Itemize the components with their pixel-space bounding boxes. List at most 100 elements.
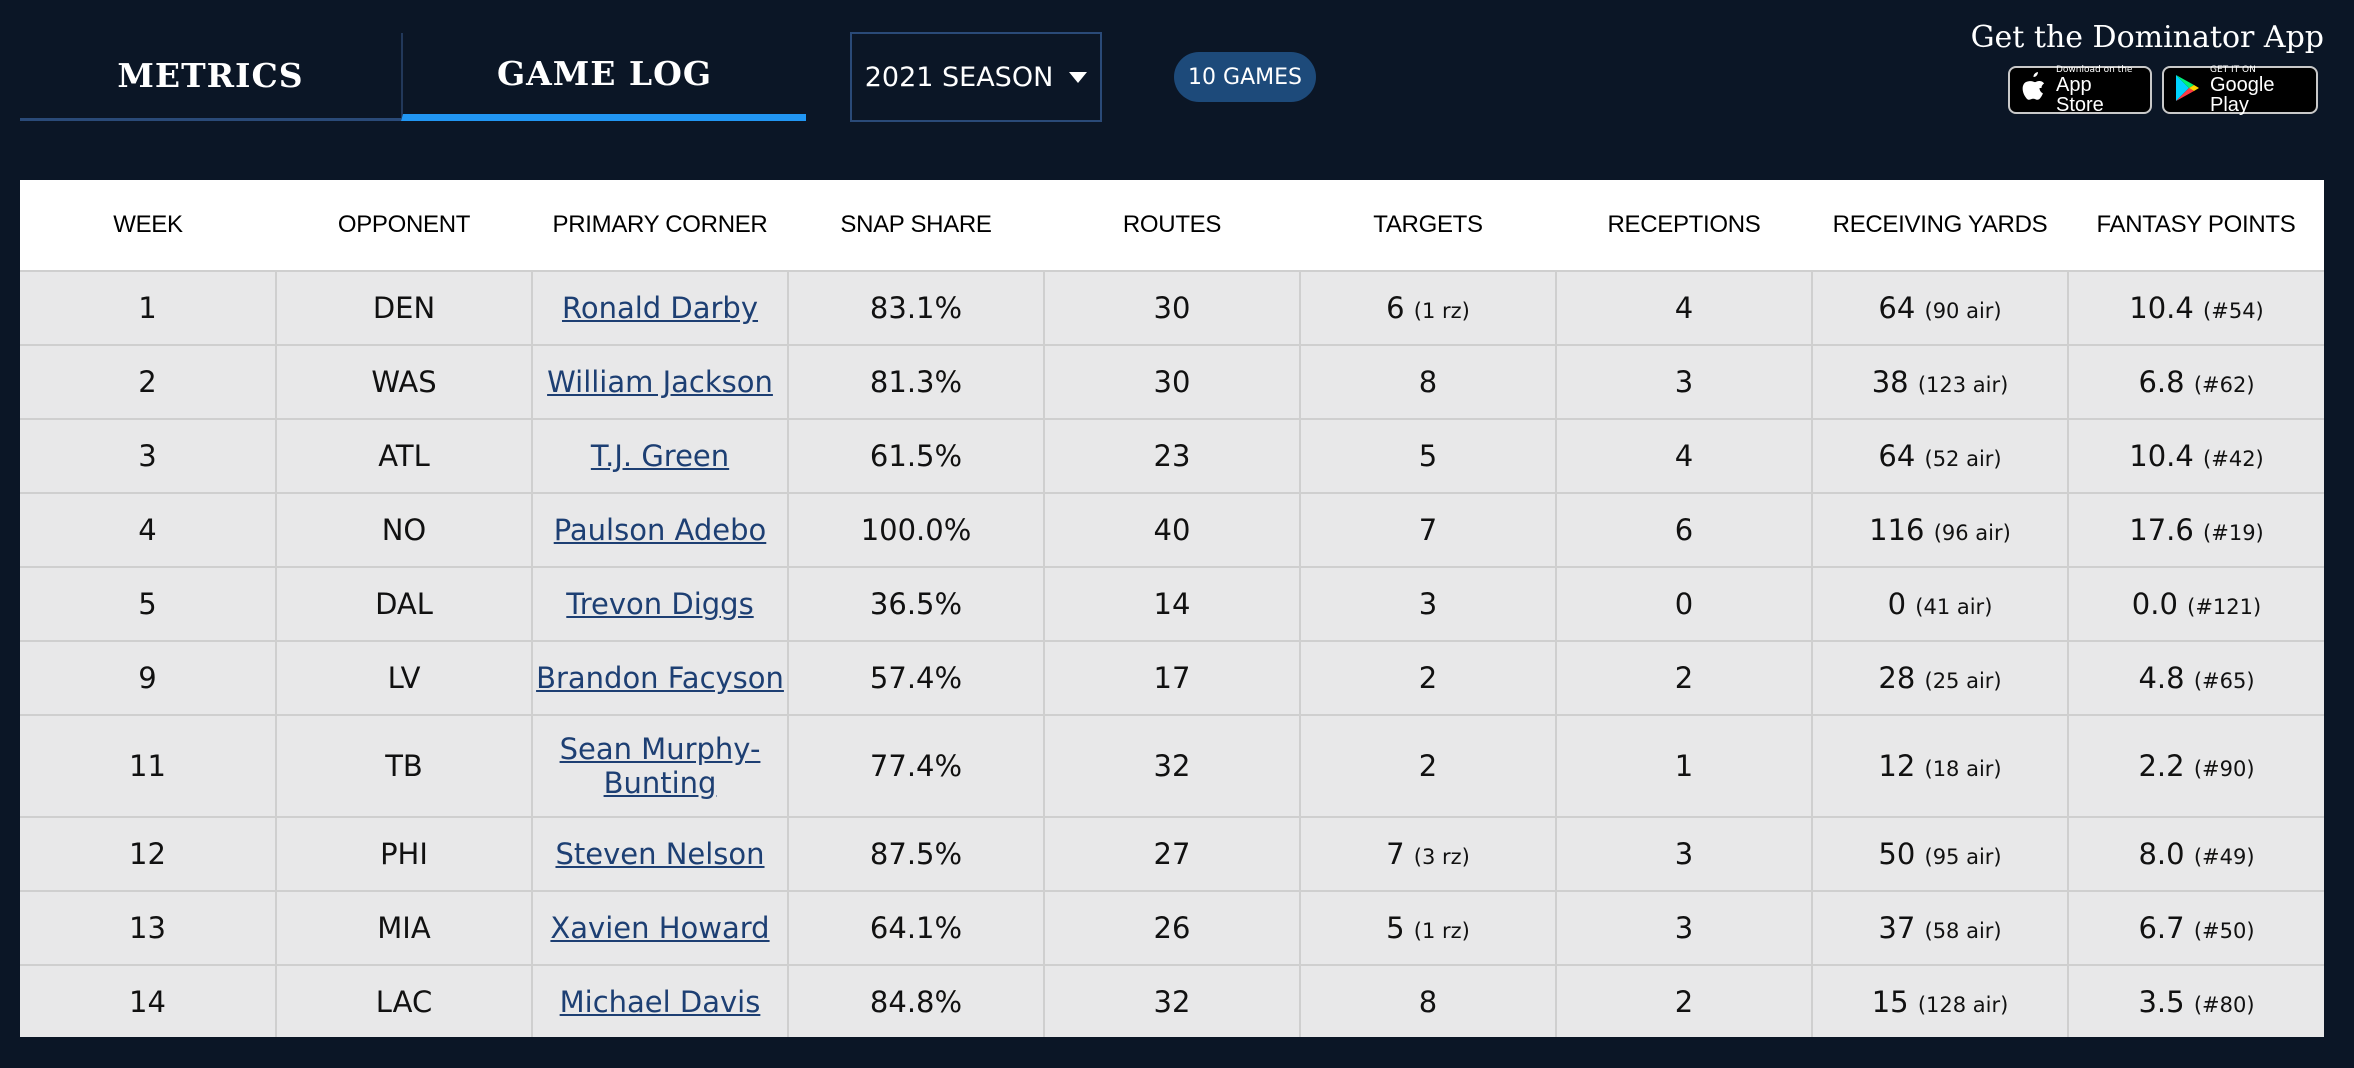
snap-share-value: 61.5% (869, 439, 963, 473)
fantasy-rank: (#42) (2203, 447, 2264, 471)
snap-share-cell: 84.8% (788, 965, 1045, 1037)
air-yards: (52 air) (1924, 447, 2002, 471)
fantasy-points-cell: 0.0 (#121) (2068, 567, 2324, 642)
targets-value: 2 (1418, 661, 1438, 695)
receptions-value: 3 (1674, 911, 1694, 945)
tab-metrics[interactable]: METRICS (20, 33, 401, 121)
primary-corner-link[interactable]: Xavien Howard (550, 911, 769, 945)
table-row: 2 WAS William Jackson 81.3% 30 8 3 38 (123 air… (20, 345, 2324, 420)
receiving-yards-cell: 50 (95 air) (1812, 817, 2069, 892)
snap-share-cell: 57.4% (788, 641, 1045, 716)
primary-corner-cell: Trevon Diggs (532, 567, 789, 642)
table-row: 14 LAC Michael Davis 84.8% 32 8 2 15 (128 air)… (20, 965, 2324, 1037)
primary-corner-link[interactable]: Michael Davis (560, 985, 761, 1019)
snap-share-value: 36.5% (869, 587, 963, 621)
column-header-targets[interactable]: TARGETS (1300, 180, 1556, 272)
routes-value: 26 (1153, 911, 1191, 945)
primary-corner-cell: William Jackson (532, 345, 789, 420)
table-row: 12 PHI Steven Nelson 87.5% 27 7 (3 rz) 3 50 (95… (20, 817, 2324, 892)
receptions-cell: 0 (1556, 567, 1813, 642)
column-header-receptions[interactable]: RECEPTIONS (1556, 180, 1812, 272)
fantasy-points-value: 10.4 (2129, 291, 2194, 325)
routes-cell: 26 (1044, 891, 1301, 966)
week-cell: 9 (20, 641, 277, 716)
table-row: 9 LV Brandon Facyson 57.4% 17 2 2 28 (25 air) 4… (20, 641, 2324, 716)
opponent-cell: MIA (276, 891, 533, 966)
receptions-value: 0 (1674, 587, 1694, 621)
snap-share-value: 77.4% (869, 749, 963, 783)
snap-share-value: 100.0% (860, 513, 972, 547)
caret-down-icon (1069, 71, 1088, 83)
primary-corner-cell: Brandon Facyson (532, 641, 789, 716)
fantasy-points-cell: 6.7 (#50) (2068, 891, 2324, 966)
routes-cell: 30 (1044, 271, 1301, 346)
top-bar: METRICS GAME LOG 2021 SEASON 10 GAMES Ge… (0, 0, 2354, 180)
fantasy-points-value: 3.5 (2138, 985, 2185, 1019)
primary-corner-link[interactable]: T.J. Green (591, 439, 729, 473)
week-value: 13 (129, 911, 166, 945)
targets-cell: 5 (1300, 419, 1557, 494)
column-header-opponent[interactable]: OPPONENT (276, 180, 532, 272)
targets-value: 3 (1418, 587, 1438, 621)
opponent-value: PHI (380, 837, 428, 871)
games-count-badge: 10 GAMES (1174, 52, 1316, 102)
receptions-cell: 3 (1556, 891, 1813, 966)
receptions-cell: 6 (1556, 493, 1813, 568)
fantasy-points-cell: 3.5 (#80) (2068, 965, 2324, 1037)
fantasy-rank: (#65) (2193, 669, 2255, 693)
primary-corner-link[interactable]: Steven Nelson (555, 837, 764, 871)
fantasy-rank: (#62) (2193, 373, 2255, 397)
routes-cell: 23 (1044, 419, 1301, 494)
targets-cell: 3 (1300, 567, 1557, 642)
opponent-value: WAS (371, 365, 437, 399)
column-header-receiving-yards[interactable]: RECEIVING YARDS (1812, 180, 2068, 272)
snap-share-value: 84.8% (869, 985, 963, 1019)
fantasy-points-cell: 4.8 (#65) (2068, 641, 2324, 716)
targets-cell: 7 (3 rz) (1300, 817, 1557, 892)
targets-value: 8 (1418, 985, 1438, 1019)
column-header-fantasy-points[interactable]: FANTASY POINTS (2068, 180, 2324, 272)
receptions-value: 1 (1674, 749, 1694, 783)
receiving-yards-value: 0 (1887, 587, 1907, 621)
primary-corner-cell: Ronald Darby (532, 271, 789, 346)
targets-redzone: (1 rz) (1413, 299, 1470, 323)
opponent-cell: DEN (276, 271, 533, 346)
table-row: 4 NO Paulson Adebo 100.0% 40 7 6 116 (96 air) 1… (20, 493, 2324, 568)
receiving-yards-value: 12 (1878, 749, 1916, 783)
primary-corner-link[interactable]: Ronald Darby (562, 291, 758, 325)
primary-corner-link[interactable]: Sean Murphy-Bunting (560, 732, 761, 800)
app-store-button[interactable]: Download on the App Store (2008, 65, 2152, 115)
opponent-cell: LAC (276, 965, 533, 1037)
fantasy-points-cell: 8.0 (#49) (2068, 817, 2324, 892)
receiving-yards-value: 15 (1871, 985, 1909, 1019)
season-dropdown[interactable]: 2021 SEASON (850, 32, 1102, 122)
column-header-snap-share[interactable]: SNAP SHARE (788, 180, 1044, 272)
receptions-cell: 3 (1556, 817, 1813, 892)
primary-corner-cell: Sean Murphy-Bunting (532, 715, 789, 818)
air-yards: (25 air) (1924, 669, 2002, 693)
column-header-routes[interactable]: ROUTES (1044, 180, 1300, 272)
primary-corner-link[interactable]: William Jackson (547, 365, 773, 399)
primary-corner-link[interactable]: Paulson Adebo (554, 513, 767, 547)
column-header-week[interactable]: WEEK (20, 180, 276, 272)
fantasy-points-value: 10.4 (2129, 439, 2194, 473)
tab-game-log[interactable]: GAME LOG (401, 33, 806, 121)
receiving-yards-value: 38 (1871, 365, 1909, 399)
opponent-cell: ATL (276, 419, 533, 494)
receiving-yards-cell: 38 (123 air) (1812, 345, 2069, 420)
table-row: 11 TB Sean Murphy-Bunting 77.4% 32 2 1 12 (18 … (20, 715, 2324, 818)
fantasy-points-cell: 6.8 (#62) (2068, 345, 2324, 420)
primary-corner-link[interactable]: Trevon Diggs (566, 587, 753, 621)
google-play-label: Google Play (2210, 73, 2275, 116)
targets-value: 7 (1418, 513, 1438, 547)
receptions-value: 4 (1674, 291, 1694, 325)
fantasy-rank: (#49) (2193, 845, 2255, 869)
snap-share-value: 64.1% (869, 911, 963, 945)
receptions-value: 3 (1674, 365, 1694, 399)
air-yards: (41 air) (1915, 595, 1993, 619)
google-play-button[interactable]: GET IT ON Google Play (2162, 65, 2318, 116)
targets-cell: 6 (1 rz) (1300, 271, 1557, 346)
primary-corner-link[interactable]: Brandon Facyson (536, 661, 784, 695)
receiving-yards-value: 64 (1878, 439, 1916, 473)
column-header-primary-corner[interactable]: PRIMARY CORNER (532, 180, 788, 272)
